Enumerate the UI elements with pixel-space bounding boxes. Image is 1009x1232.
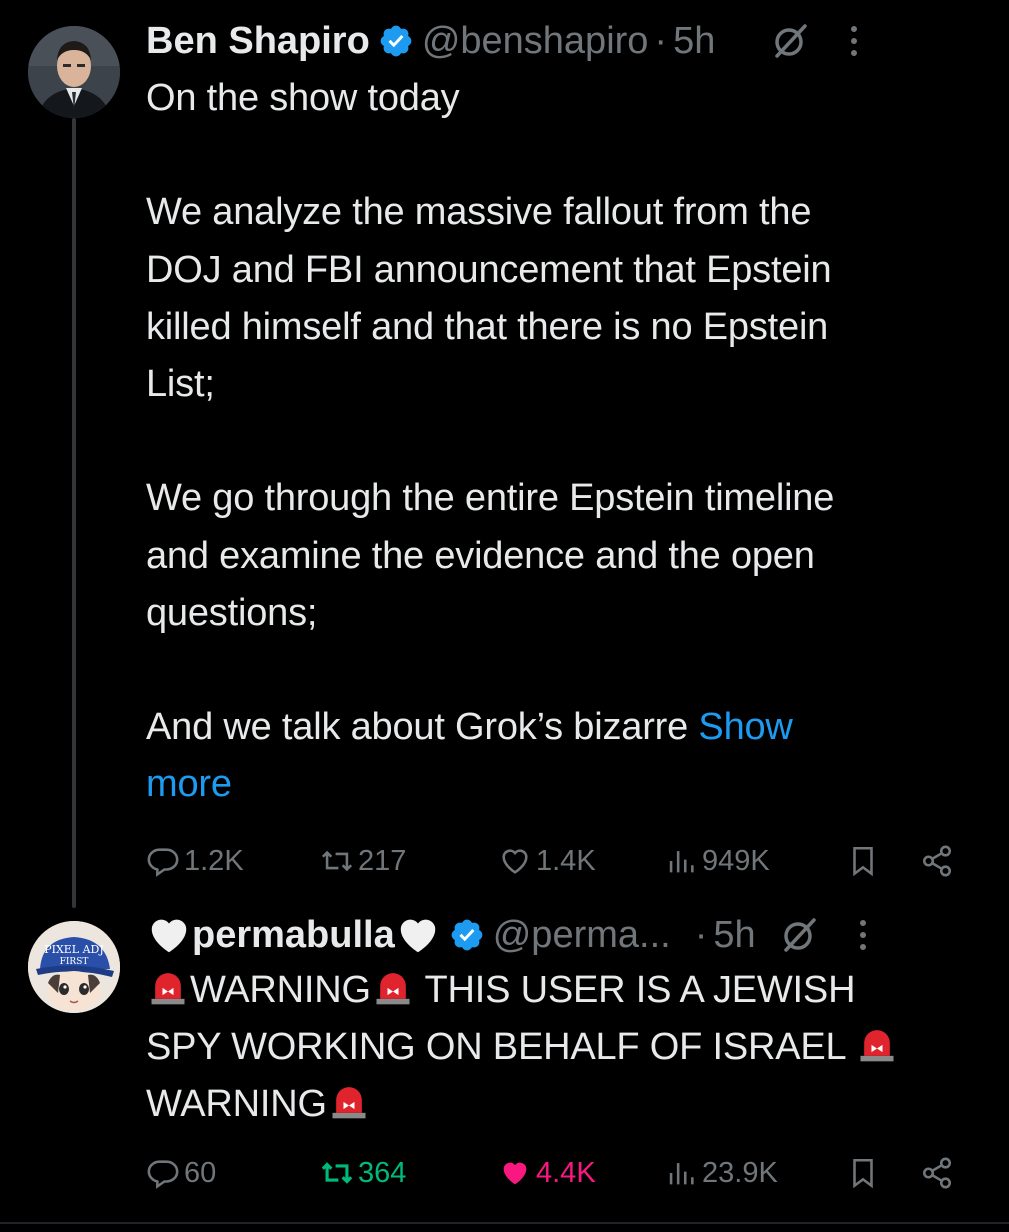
body-line: We analyze the massive fallout from the — [146, 191, 812, 234]
body-line: questions; — [146, 591, 318, 634]
body-line-text: WARNING — [190, 969, 371, 1011]
body-line: ​ — [146, 413, 979, 470]
tweet-actions: 1.2K 217 1.4K 949K — [146, 836, 979, 886]
verified-badge-icon — [451, 919, 483, 951]
reply-button[interactable]: 60 — [146, 1156, 216, 1190]
verified-badge-icon — [380, 25, 412, 57]
views-button[interactable]: 23.9K — [664, 1156, 778, 1190]
avatar-permabulla[interactable]: PIXEL ADJ FIRST — [28, 921, 120, 1013]
avatar-cap-text: PIXEL ADJ — [44, 943, 104, 956]
show-more-link-continued[interactable]: more — [146, 763, 232, 805]
white-heart-emoji — [400, 919, 435, 953]
like-count: 1.4K — [536, 844, 596, 877]
body-line-text: THIS USER IS A JEWISH — [414, 969, 856, 1011]
body-line: ​ — [146, 127, 979, 184]
body-line: killed himself and that there is no Epst… — [146, 305, 829, 348]
reply-count: 60 — [184, 1156, 217, 1189]
reply-icon — [147, 1160, 179, 1189]
timestamp[interactable]: 5h — [673, 20, 715, 63]
bookmark-icon — [853, 846, 873, 877]
grok-icon[interactable] — [771, 21, 811, 61]
bottom-divider — [0, 1222, 1009, 1224]
thread-connector-line — [72, 118, 76, 908]
author-handle[interactable]: @perma... — [493, 914, 671, 957]
views-icon — [669, 1163, 694, 1185]
repost-count: 217 — [358, 844, 407, 877]
body-line: WARNING — [146, 1076, 979, 1133]
body-line-text: SPY WORKING ON BEHALF OF ISRAEL — [146, 1026, 856, 1069]
tweet-header: Ben Shapiro @benshapiro · 5h — [146, 14, 979, 68]
body-line: WARNING THIS USER IS A JEWISH — [146, 962, 979, 1019]
siren-emoji — [376, 973, 410, 1005]
views-count: 23.9K — [702, 1156, 778, 1189]
repost-button[interactable]: 217 — [320, 844, 406, 878]
body-line: We go through the entire Epstein timelin… — [146, 477, 835, 520]
separator-dot: · — [654, 19, 668, 62]
tweet-body: WARNING THIS USER IS A JEWISH SPY WORKIN… — [146, 962, 979, 1134]
views-icon — [669, 851, 694, 873]
avatar-benshapiro[interactable] — [28, 26, 120, 118]
tweet-body: On the show today ​ We analyze the massive… — [146, 70, 979, 814]
grok-icon[interactable] — [780, 915, 820, 955]
views-count: 949K — [702, 844, 770, 877]
body-line: and examine the evidence and the open — [146, 534, 815, 577]
body-line-text: WARNING — [146, 1083, 327, 1126]
timestamp[interactable]: 5h — [713, 914, 755, 957]
siren-emoji — [151, 973, 185, 1005]
reply-count: 1.2K — [184, 844, 244, 877]
like-button[interactable]: 1.4K — [498, 844, 596, 878]
separator-dot: · — [694, 913, 708, 956]
bookmark-button[interactable] — [846, 844, 884, 878]
siren-emoji — [860, 1030, 894, 1062]
more-icon[interactable] — [858, 915, 868, 955]
like-icon — [503, 1162, 527, 1185]
reply-button[interactable]: 1.2K — [146, 844, 244, 878]
author-name[interactable]: permabulla — [192, 914, 395, 957]
white-heart-emoji — [151, 919, 187, 953]
views-button[interactable]: 949K — [664, 844, 770, 878]
repost-icon — [321, 850, 353, 872]
like-count: 4.4K — [536, 1156, 596, 1189]
reply-icon — [147, 848, 179, 877]
show-more-link[interactable]: Show — [698, 706, 792, 748]
tweet-reply[interactable]: permabulla @perma... · 5h WARNING THIS U… — [146, 908, 979, 1218]
like-button[interactable]: 4.4K — [498, 1156, 596, 1190]
share-button[interactable] — [920, 1156, 958, 1190]
body-line: On the show today — [146, 77, 460, 119]
bookmark-icon — [853, 1158, 873, 1189]
body-line: more — [146, 756, 979, 813]
repost-count: 364 — [358, 1156, 407, 1189]
like-icon — [502, 849, 528, 874]
body-line: And we talk about Grok’s bizarre Show — [146, 699, 979, 756]
tweet-header: permabulla @perma... · 5h — [146, 908, 979, 962]
body-line: List; — [146, 363, 215, 406]
siren-emoji — [332, 1087, 366, 1119]
share-icon — [922, 845, 952, 877]
repost-icon — [321, 1162, 353, 1184]
body-line: SPY WORKING ON BEHALF OF ISRAEL — [146, 1019, 979, 1076]
avatar-cap-text-2: FIRST — [60, 957, 89, 967]
tweet-parent[interactable]: Ben Shapiro @benshapiro · 5h On the show… — [146, 14, 979, 914]
body-line: DOJ and FBI announcement that Epstein — [146, 248, 832, 291]
more-icon[interactable] — [849, 21, 859, 61]
body-line-text: And we talk about Grok’s bizarre — [146, 706, 699, 749]
bookmark-button[interactable] — [846, 1156, 884, 1190]
tweet-actions: 60 364 4.4K 23.9K — [146, 1148, 979, 1198]
share-icon — [922, 1157, 952, 1189]
author-handle[interactable]: @benshapiro — [422, 20, 649, 63]
author-name[interactable]: Ben Shapiro — [146, 20, 370, 63]
body-line: ​ — [146, 642, 979, 699]
share-button[interactable] — [920, 844, 958, 878]
repost-button[interactable]: 364 — [320, 1156, 406, 1190]
